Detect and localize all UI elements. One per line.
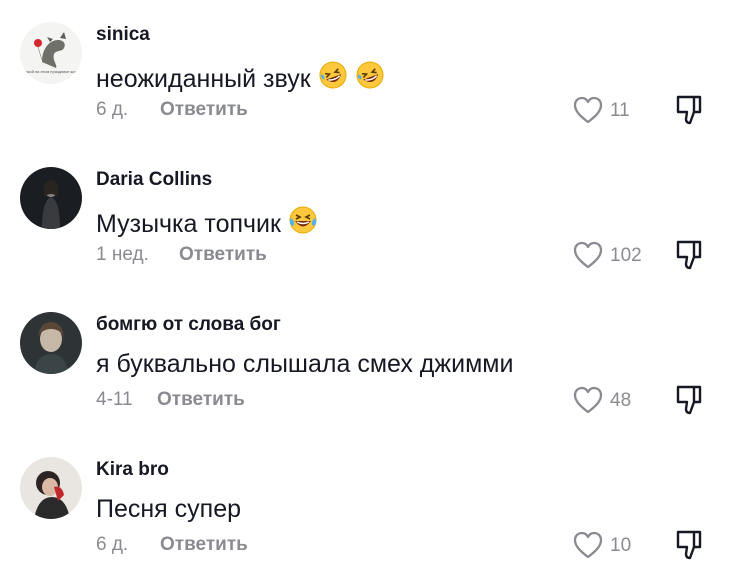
like-count: 102 — [610, 245, 642, 266]
like-button[interactable]: 10 — [572, 528, 672, 564]
like-button[interactable]: 102 — [572, 238, 672, 274]
comment-text: Песня супер — [96, 495, 241, 524]
avatar[interactable] — [20, 457, 82, 519]
like-button[interactable]: 11 — [572, 93, 672, 129]
heart-icon — [573, 531, 603, 559]
heart-icon — [573, 386, 603, 414]
comment-time: 1 нед. — [96, 244, 149, 265]
avatar-caption: я такой на этом празднике жизни — [20, 69, 81, 74]
username[interactable]: Kira bro — [96, 459, 169, 481]
dislike-button[interactable] — [673, 383, 709, 419]
heart-icon — [573, 96, 603, 124]
like-count: 10 — [610, 535, 632, 556]
comment-time: 6 д. — [96, 99, 129, 120]
username[interactable]: бомгю от слова бог — [96, 314, 281, 336]
reply-button[interactable]: Ответить — [160, 99, 248, 121]
like-button[interactable]: 48 — [572, 383, 672, 419]
dislike-button[interactable] — [673, 238, 709, 274]
comment-text-content: Музычка топчик — [96, 210, 281, 238]
thumbs-down-icon — [676, 530, 702, 560]
comment-item: Daria Collins Музычка топчик 1 нед. Отве… — [0, 145, 730, 290]
comment-text-content: Песня супер — [96, 495, 242, 523]
username[interactable]: sinica — [96, 24, 150, 46]
avatar[interactable] — [20, 312, 82, 374]
like-count: 48 — [610, 390, 632, 411]
comment-text: я буквально слышала смех джимми — [96, 350, 513, 379]
avatar[interactable]: я такой на этом празднике жизни — [20, 22, 82, 84]
dislike-button[interactable] — [673, 93, 709, 129]
rolling-laugh-emoji — [356, 61, 384, 89]
comment-item: я такой на этом празднике жизни sinica н… — [0, 0, 730, 145]
comment-text-content: неожиданный звук — [96, 65, 311, 93]
comment-text: Музычка топчик — [96, 205, 318, 239]
reply-button[interactable]: Ответить — [179, 244, 267, 266]
dislike-button[interactable] — [673, 528, 709, 564]
comment-time: 6 д. — [96, 534, 129, 555]
reply-button[interactable]: Ответить — [160, 534, 248, 556]
comment-text-content: я буквально слышала смех джимми — [96, 350, 514, 378]
thumbs-down-icon — [676, 95, 702, 125]
reply-button[interactable]: Ответить — [157, 389, 245, 411]
username[interactable]: Daria Collins — [96, 169, 212, 191]
comment-text: неожиданный звук — [96, 60, 385, 94]
heart-icon — [573, 241, 603, 269]
avatar[interactable] — [20, 167, 82, 229]
rolling-laugh-emoji — [319, 61, 347, 89]
tears-of-joy-emoji — [289, 206, 317, 234]
thumbs-down-icon — [676, 385, 702, 415]
comment-item: Kira bro Песня супер 6 д. Ответить 10 — [0, 435, 730, 580]
like-count: 11 — [610, 100, 630, 121]
comment-time: 4-11 — [96, 389, 133, 410]
thumbs-down-icon — [676, 240, 702, 270]
comment-item: бомгю от слова бог я буквально слышала с… — [0, 290, 730, 435]
